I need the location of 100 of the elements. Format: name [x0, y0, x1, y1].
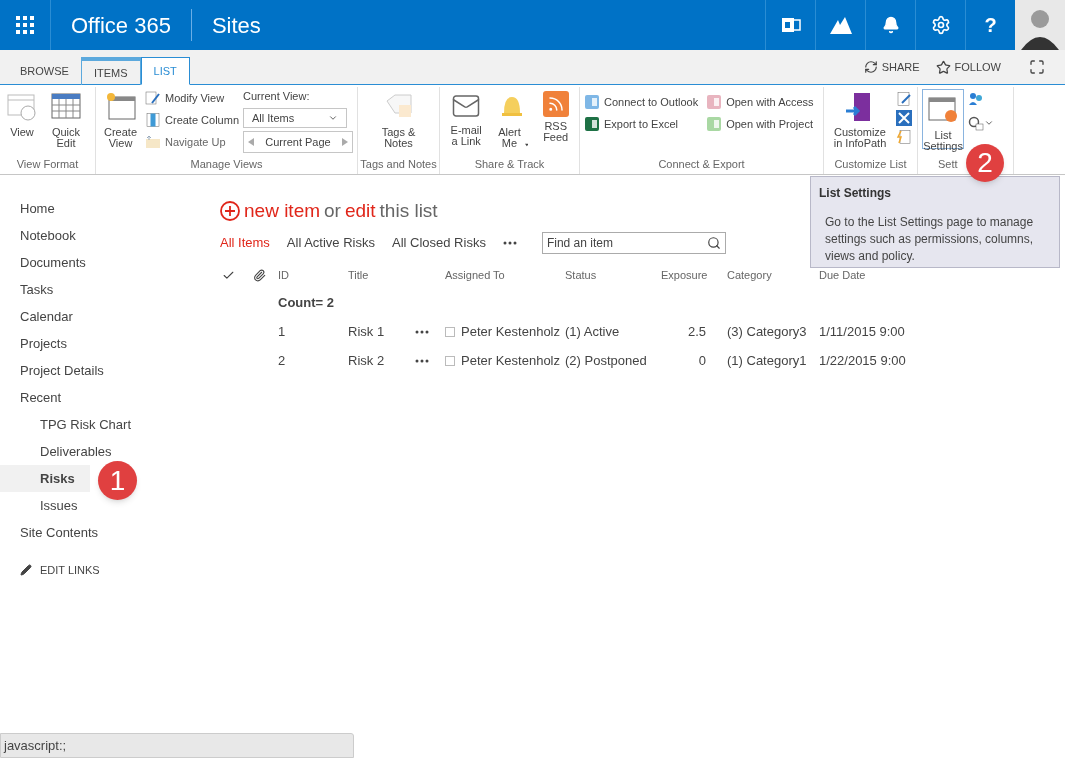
- ribbon-button[interactable]: Tags & Notes: [373, 87, 424, 156]
- share-icon: [863, 60, 878, 74]
- new-view-icon: [104, 91, 137, 123]
- presence-icon: [445, 326, 455, 337]
- ribbon-button[interactable]: Navigate Up: [145, 131, 239, 153]
- or-text: or: [324, 198, 341, 223]
- table-cell-text: (2) Postponed: [565, 351, 648, 370]
- nav-link[interactable]: Recent: [20, 384, 62, 411]
- app-icon: [584, 116, 600, 132]
- nav-link[interactable]: Project Details: [20, 357, 104, 384]
- next-icon: [342, 138, 348, 146]
- group-label: Sett: [938, 156, 958, 172]
- presence-icon: [445, 355, 455, 366]
- view-link[interactable]: All Items: [220, 233, 270, 253]
- ribbon-button[interactable]: View: [4, 87, 40, 156]
- follow-button[interactable]: FOLLOW: [935, 58, 1001, 76]
- item-link[interactable]: Risk 2: [348, 350, 415, 371]
- app-launcher-icon[interactable]: [16, 16, 34, 34]
- nav-link[interactable]: Issues: [40, 492, 78, 519]
- column-header[interactable]: Category: [727, 262, 819, 289]
- view-dropdown[interactable]: All Items: [243, 108, 347, 128]
- edit-links-button[interactable]: EDIT LINKS: [0, 562, 200, 579]
- this-list-text: this list: [379, 198, 438, 223]
- ribbon-button[interactable]: Connect to Outlook: [584, 91, 699, 113]
- step-badge: 1: [98, 461, 137, 500]
- star-icon: [935, 59, 951, 75]
- tooltip-title: List Settings: [819, 185, 892, 202]
- previous-icon: [248, 138, 254, 146]
- table-cell-text: 1/22/2015 9:00: [819, 351, 907, 370]
- column-header[interactable]: Title: [348, 262, 445, 289]
- form-lightning-icon: [896, 129, 912, 145]
- group-label: View Format: [15, 156, 80, 172]
- ribbon-tab[interactable]: BROWSE: [8, 57, 81, 85]
- column-header[interactable]: ID: [278, 262, 348, 289]
- tools-icon: [896, 110, 912, 126]
- ribbon-tab[interactable]: LIST: [140, 57, 190, 85]
- nav-link[interactable]: Home: [20, 195, 55, 222]
- nav-link[interactable]: TPG Risk Chart: [40, 411, 131, 438]
- edit-view-icon: [145, 90, 162, 106]
- ribbon-button[interactable]: E-mail a Link: [444, 87, 489, 156]
- nav-link[interactable]: Projects: [20, 330, 67, 357]
- caret-icon: [524, 143, 529, 147]
- folder-up-icon: [145, 134, 162, 150]
- view-link[interactable]: All Active Risks: [286, 233, 375, 253]
- item-link[interactable]: Risk 1: [348, 321, 415, 342]
- ribbon-button[interactable]: Create View: [100, 87, 142, 156]
- focus-icon[interactable]: [1029, 59, 1045, 75]
- column-header[interactable]: Status: [565, 262, 661, 289]
- table-cell-text: 1: [278, 323, 287, 341]
- nav-link[interactable]: Notebook: [20, 222, 76, 249]
- column-header[interactable]: Exposure: [661, 262, 727, 289]
- nav-link[interactable]: Site Contents: [20, 519, 99, 546]
- search-icon[interactable]: [706, 236, 721, 250]
- group-label: Connect & Export: [657, 156, 746, 172]
- app-title[interactable]: Office 365: [51, 8, 191, 42]
- group-label: Customize List: [833, 156, 908, 172]
- new-item-link[interactable]: new item: [244, 196, 321, 226]
- app-icon: [584, 94, 600, 110]
- ribbon-button[interactable]: Customize in InfoPath: [828, 87, 892, 156]
- tooltip-text: Go to the List Settings page to manage settings such as permissions, columns, views and policy.: [824, 214, 1035, 265]
- more-icon[interactable]: [415, 329, 429, 334]
- ribbon-button[interactable]: Create Column: [145, 109, 239, 131]
- search-field[interactable]: Find an item: [541, 232, 726, 254]
- person-link[interactable]: Peter Kestenholz: [461, 321, 560, 342]
- pager-label: Current Page: [265, 134, 331, 150]
- edit-link[interactable]: edit: [344, 196, 376, 226]
- group-header: Count= 2: [278, 294, 335, 312]
- pencil-icon: [20, 564, 32, 577]
- nav-link[interactable]: Documents: [20, 249, 86, 276]
- more-icon[interactable]: [502, 241, 517, 245]
- view-link[interactable]: All Closed Risks: [392, 233, 486, 253]
- app-icon: [706, 94, 723, 110]
- group-label: Manage Views: [189, 156, 264, 172]
- avatar[interactable]: [1015, 0, 1065, 50]
- select-all-icon[interactable]: [222, 269, 235, 282]
- page-navigator[interactable]: Current Page: [243, 131, 353, 153]
- dropdown-icon: [328, 113, 338, 123]
- ribbon-button[interactable]: Modify View: [145, 87, 239, 109]
- table-cell-text: 2: [278, 352, 287, 370]
- site-title[interactable]: Sites: [191, 8, 281, 42]
- ribbon-button[interactable]: Quick Edit: [44, 87, 88, 156]
- add-icon[interactable]: [220, 201, 240, 221]
- ribbon-button[interactable]: Open with Access: [706, 91, 814, 113]
- group-label: Share & Track: [473, 156, 546, 172]
- column-header[interactable]: Assigned To: [445, 262, 565, 289]
- table-cell-text: (3) Category3: [727, 322, 808, 341]
- nav-link[interactable]: Calendar: [20, 303, 73, 330]
- ribbon-button[interactable]: RSS Feed: [536, 87, 575, 156]
- column-icon: [145, 112, 162, 128]
- person-link[interactable]: Peter Kestenholz: [461, 350, 560, 371]
- ribbon-button[interactable]: Alert Me: [492, 87, 533, 156]
- ribbon-button[interactable]: Open with Project: [706, 113, 814, 135]
- table-cell-text: 1/11/2015 9:00: [819, 322, 906, 341]
- more-icon[interactable]: [415, 358, 429, 363]
- step-badge: 2: [966, 144, 1004, 182]
- form-edit-icon: [896, 91, 912, 107]
- share-button[interactable]: SHARE: [863, 58, 920, 76]
- table-cell-text: (1) Category1: [727, 351, 808, 370]
- nav-link[interactable]: Tasks: [20, 276, 54, 303]
- ribbon-button[interactable]: Export to Excel: [584, 113, 699, 135]
